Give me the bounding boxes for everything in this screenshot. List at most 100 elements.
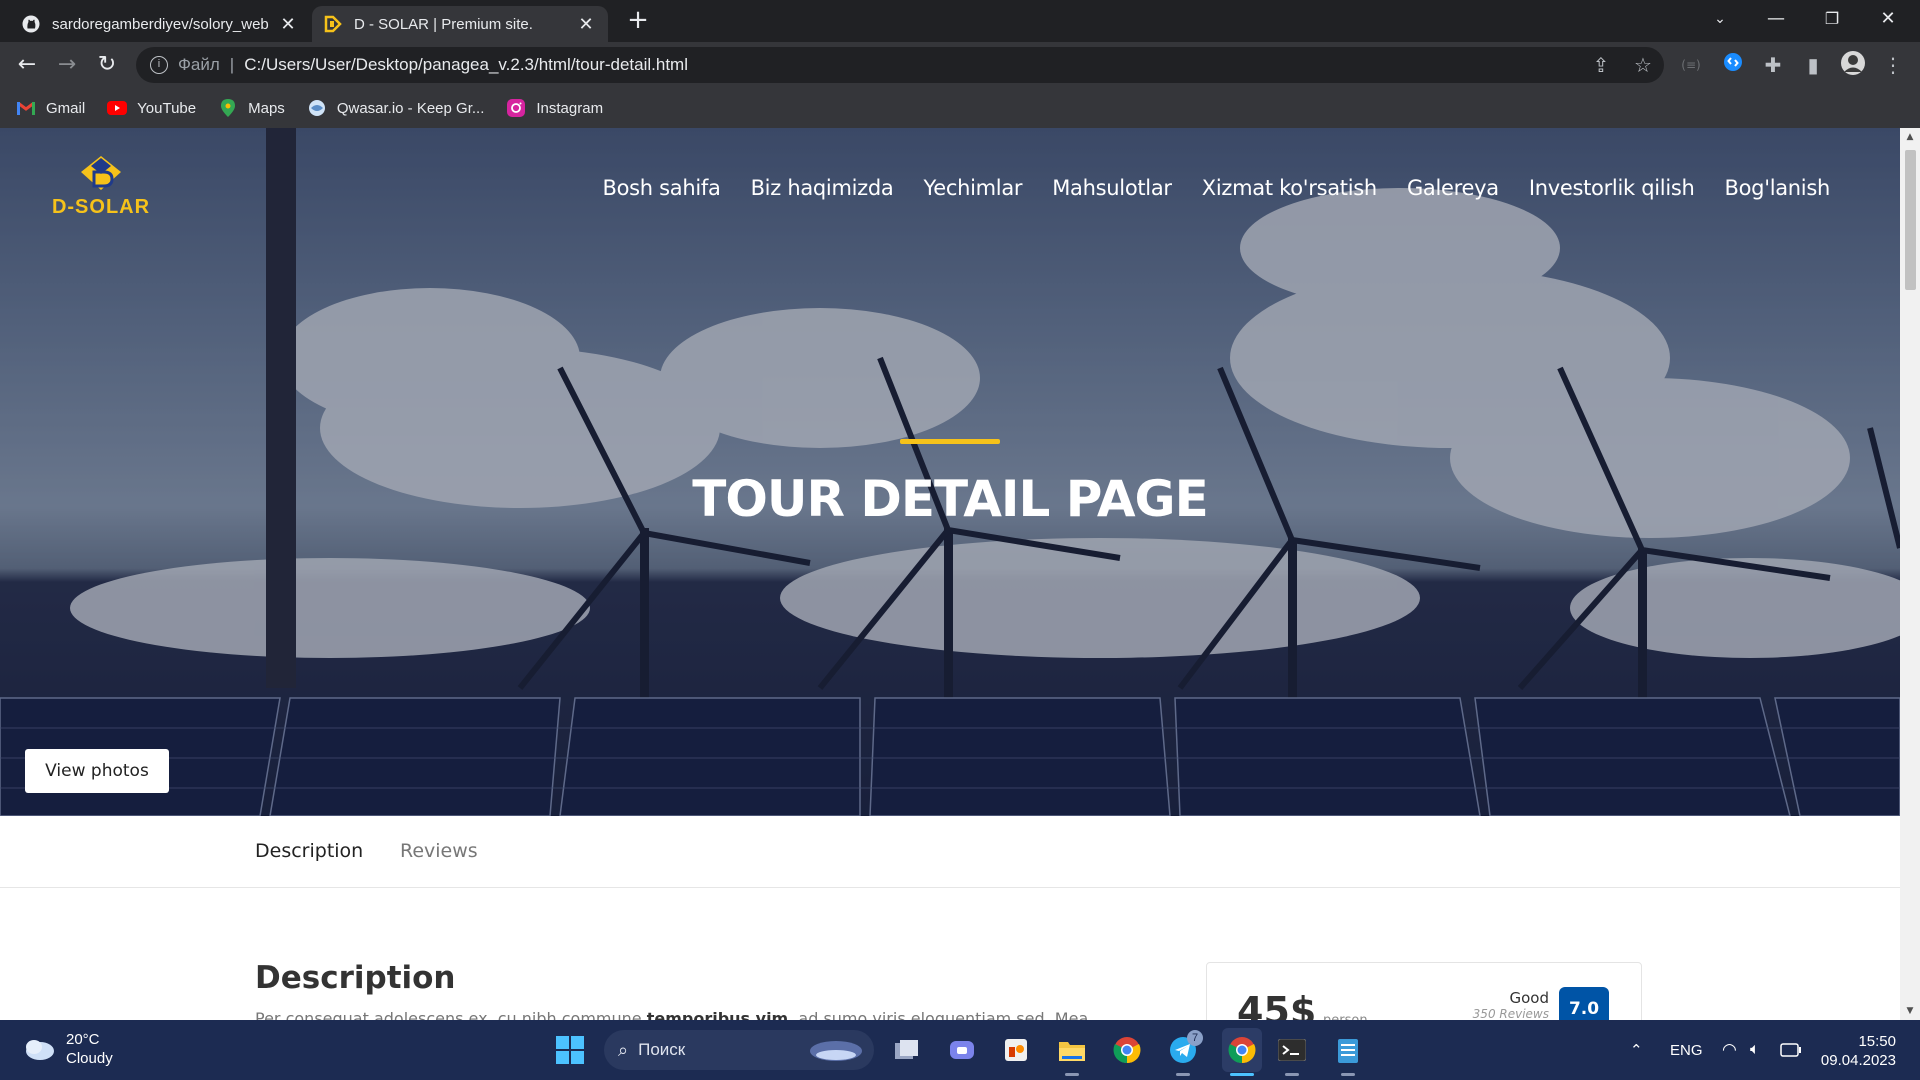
clock-date: 09.04.2023 [1820, 1052, 1896, 1069]
cloud-icon [26, 1040, 54, 1060]
price-value: 45$ [1237, 989, 1317, 1020]
profile-avatar[interactable] [1838, 50, 1868, 80]
browser-toolbar: ← → ↻ i Файл | C:/Users/User/Desktop/pan… [0, 42, 1920, 88]
close-tab-icon[interactable]: ✕ [278, 14, 298, 35]
system-clock[interactable]: 15:50 09.04.2023 [1821, 1032, 1896, 1070]
shazam-extension-icon[interactable] [1718, 50, 1748, 80]
side-panel-icon[interactable]: ▮ [1798, 50, 1828, 80]
terminal-icon[interactable] [1276, 1034, 1308, 1066]
address-bar[interactable]: i Файл | C:/Users/User/Desktop/panagea_v… [136, 47, 1664, 83]
close-window-icon[interactable]: ✕ [1860, 0, 1916, 40]
rating-reviews-count: 350 Reviews [1472, 1007, 1549, 1020]
close-tab-icon[interactable]: ✕ [576, 14, 596, 35]
tab-title: sardoregamberdiyev/solory_web [52, 15, 269, 33]
task-view-icon[interactable] [890, 1034, 922, 1066]
tab-title: D - SOLAR | Premium site. [354, 15, 533, 33]
scroll-up-arrow-icon[interactable]: ▲ [1900, 132, 1920, 142]
bookmark-star-icon[interactable]: ☆ [1628, 50, 1658, 80]
weather-widget[interactable]: 20°C Cloudy [22, 1030, 113, 1068]
bookmark-label: Qwasar.io - Keep Gr... [336, 99, 485, 117]
back-arrow-icon[interactable]: ← [12, 50, 42, 80]
tab-description[interactable]: Description [255, 840, 363, 862]
bookmark-label: Instagram [536, 99, 604, 117]
nav-link-mahsulotlar[interactable]: Mahsulotlar [1052, 176, 1172, 200]
tab-search-chevron-icon[interactable]: ⌄ [1692, 0, 1748, 40]
site-info-icon[interactable]: i [150, 56, 168, 74]
tab-reviews[interactable]: Reviews [400, 840, 478, 862]
show-hidden-icons-chevron-icon[interactable]: ⌃ [1630, 1020, 1643, 1080]
nav-link-xizmat-korsatish[interactable]: Xizmat ko'rsatish [1202, 176, 1377, 200]
bookmark-label: Gmail [46, 99, 86, 117]
price-unit: person [1323, 1013, 1368, 1020]
minimize-icon[interactable]: — [1748, 0, 1804, 40]
scrollbar-thumb[interactable] [1905, 150, 1916, 290]
reader-mode-icon[interactable]: (≡) [1676, 50, 1706, 80]
windows-start-icon[interactable] [554, 1034, 586, 1066]
teams-chat-icon[interactable] [946, 1034, 978, 1066]
taskbar-search-box[interactable]: ⌕ Поиск [604, 1030, 874, 1070]
nav-link-galereya[interactable]: Galereya [1407, 176, 1499, 200]
browser-tab-github[interactable]: sardoregamberdiyev/solory_web ✕ [10, 6, 310, 42]
search-icon: ⌕ [618, 1039, 629, 1060]
bookmark-gmail[interactable]: Gmail [16, 100, 85, 117]
telegram-badge: 7 [1187, 1030, 1203, 1046]
gmail-icon [16, 100, 36, 116]
description-text-end: , ad sumo viris eloquentiam sed. Mea [788, 1009, 1089, 1020]
file-explorer-icon[interactable] [1056, 1034, 1088, 1066]
view-photos-button[interactable]: View photos [25, 749, 169, 793]
dsolar-logo-icon [81, 156, 121, 190]
forward-arrow-icon[interactable]: → [52, 50, 82, 80]
browser-menu-icon[interactable]: ⋮ [1878, 50, 1908, 80]
browser-tab-dsolar[interactable]: D - SOLAR | Premium site. ✕ [312, 6, 608, 42]
browser-tab-strip: sardoregamberdiyev/solory_web ✕ D - SOLA… [0, 0, 1920, 42]
page-scrollbar[interactable]: ▲ ▼ [1900, 128, 1920, 1020]
maps-icon [218, 99, 238, 117]
notepad-icon[interactable] [1332, 1034, 1364, 1066]
chrome-icon[interactable] [1111, 1034, 1143, 1066]
wifi-icon[interactable]: ◠ [1722, 1020, 1737, 1080]
main-navigation: Bosh sahifa Biz haqimizda Yechimlar Mahs… [572, 176, 1830, 200]
nav-link-bosh-sahifa[interactable]: Bosh sahifa [602, 176, 720, 200]
nav-link-investorlik-qilish[interactable]: Investorlik qilish [1529, 176, 1695, 200]
url-text[interactable]: C:/Users/User/Desktop/panagea_v.2.3/html… [244, 55, 688, 75]
youtube-icon [107, 100, 128, 116]
nav-link-boglanish[interactable]: Bog'lanish [1725, 176, 1831, 200]
running-indicator [1285, 1073, 1299, 1076]
language-indicator[interactable]: ENG [1670, 1020, 1703, 1080]
scroll-down-arrow-icon[interactable]: ▼ [1900, 1006, 1920, 1016]
bookmark-maps[interactable]: Maps [218, 99, 285, 117]
bookmark-youtube[interactable]: YouTube [107, 100, 196, 117]
description-text-start: Per consequat adolescens ex, cu nibh com… [255, 1009, 647, 1020]
nav-link-yechimlar[interactable]: Yechimlar [923, 176, 1022, 200]
new-tab-button[interactable]: + [624, 6, 652, 36]
site-logo[interactable]: D-SOLAR [36, 152, 166, 222]
share-icon[interactable]: ⇪ [1586, 50, 1616, 80]
file-scheme-label: Файл [178, 55, 220, 74]
battery-icon[interactable] [1780, 1020, 1802, 1080]
extensions-puzzle-icon[interactable]: ✚ [1758, 50, 1788, 80]
description-text-bold: temporibus vim [646, 1009, 789, 1020]
windows-taskbar: 20°C Cloudy ⌕ Поиск 7 ⌃ ENG ◠ 🔈︎ 15:50 0… [0, 1020, 1920, 1080]
bookmark-label: Maps [248, 99, 285, 117]
qwasar-icon [307, 100, 327, 116]
telegram-icon[interactable]: 7 [1167, 1030, 1203, 1066]
nav-link-biz-haqimizda[interactable]: Biz haqimizda [751, 176, 894, 200]
bookmark-label: YouTube [137, 99, 197, 117]
weather-temperature: 20°C [66, 1031, 100, 1048]
page-viewport: D-SOLAR Bosh sahifa Biz haqimizda Yechim… [0, 128, 1920, 1020]
hero-accent-line [900, 439, 1000, 444]
rating-label: Good [1509, 989, 1550, 1007]
rating-score-badge: 7.0 [1559, 987, 1609, 1020]
github-icon [22, 15, 40, 33]
chrome-profile-active-icon[interactable] [1222, 1028, 1262, 1072]
search-highlight-icon [810, 1041, 862, 1061]
bookmark-instagram[interactable]: Instagram [506, 99, 604, 117]
volume-icon[interactable]: 🔈︎ [1750, 1020, 1760, 1080]
description-text: Per consequat adolescens ex, cu nibh com… [255, 1009, 1155, 1020]
office-app-icon[interactable] [1000, 1034, 1032, 1066]
description-heading: Description [255, 960, 456, 996]
restore-icon[interactable]: ❐ [1804, 0, 1860, 40]
weather-description: Cloudy [66, 1050, 113, 1067]
reload-icon[interactable]: ↻ [92, 50, 122, 80]
bookmark-qwasar[interactable]: Qwasar.io - Keep Gr... [307, 99, 485, 117]
